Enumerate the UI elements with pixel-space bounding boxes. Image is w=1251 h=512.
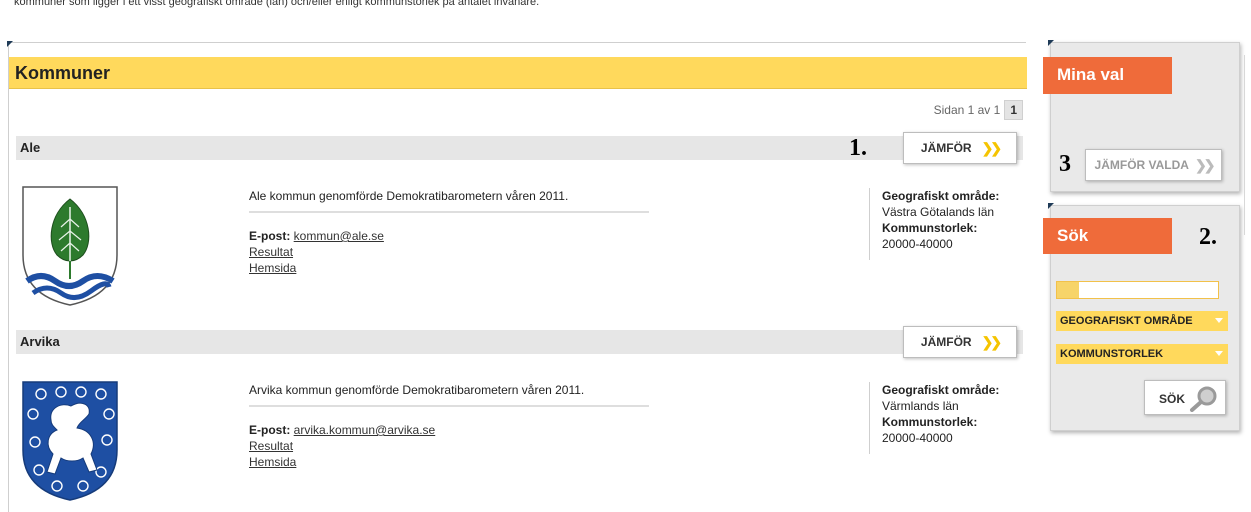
corner-marker [7,41,13,47]
annotation-number: 3 [1059,151,1071,177]
compare-button[interactable]: JÄMFÖR ❯❯ [903,326,1017,358]
compare-button[interactable]: JÄMFÖR ❯❯ [903,132,1017,164]
size-value: 20000-40000 [882,431,953,445]
contact-block: E-post: kommun@ale.se Resultat Hemsida [249,228,829,276]
pager-text: Sidan 1 av 1 [933,103,1001,117]
geo-area-select[interactable]: GEOGRAFISKT OMRÅDE [1056,311,1228,331]
homepage-link[interactable]: Hemsida [249,455,296,469]
panel-header: Kommuner [9,57,1027,89]
mina-val-panel: Mina val 3 JÄMFÖR VALDA ❯❯ [1043,40,1240,192]
search-input[interactable] [1056,281,1219,299]
geo-label: Geografiskt område: [882,383,1000,397]
search-title: Sök [1043,218,1172,254]
municipality-name: Ale [20,140,41,155]
municipality-row-header: Arvika [16,330,1023,354]
intro-text: kommuner som ligger i ett visst geografi… [14,0,540,8]
chevron-down-icon [1215,351,1223,356]
email-link[interactable]: kommun@ale.se [294,229,384,243]
scrollbar[interactable] [1244,55,1251,235]
compare-label: JÄMFÖR [920,335,972,349]
page-title: Kommuner [15,63,111,83]
search-button[interactable]: SÖK [1144,380,1226,415]
search-icon [1190,386,1217,412]
arvika-coat-of-arms [22,381,118,501]
region-value: Västra Götalands län [882,205,995,219]
ale-coat-of-arms [22,186,118,306]
chevron-right-icon: ❯❯ [981,333,1003,350]
corner-marker [1048,40,1054,46]
search-panel: Sök 2. GEOGRAFISKT OMRÅDE KOMMUNSTORLEK … [1043,203,1240,431]
search-button-label: SÖK [1159,392,1186,406]
geo-label: Geografiskt område: [882,189,1000,203]
chevron-down-icon [1215,318,1223,323]
result-link[interactable]: Resultat [249,245,293,259]
annotation-number: 1. [849,135,867,161]
geo-area-select-label: GEOGRAFISKT OMRÅDE [1060,315,1193,327]
municipality-panel: Kommuner Sidan 1 av 1 1 Ale JÄMFÖR ❯❯ 1.… [7,41,1027,512]
contact-block: E-post: arvika.kommun@arvika.se Resultat… [249,422,829,470]
municipality-row-header: Ale [16,136,1023,160]
size-select-label: KOMMUNSTORLEK [1060,348,1164,360]
size-label: Kommunstorlek: [882,221,978,235]
homepage-link[interactable]: Hemsida [249,261,296,275]
compare-selected-button[interactable]: JÄMFÖR VALDA ❯❯ [1085,149,1222,181]
municipality-description: Ale kommun genomförde Demokratibarometer… [249,189,649,213]
chevron-right-icon: ❯❯ [981,139,1003,156]
result-link[interactable]: Resultat [249,439,293,453]
pagination: Sidan 1 av 1 1 [934,100,1023,120]
municipality-description: Arvika kommun genomförde Demokratibarome… [249,383,649,407]
compare-label: JÄMFÖR [920,141,972,155]
annotation-number: 2. [1199,224,1217,250]
municipality-meta: Geografiskt område: Västra Götalands län… [869,188,1019,260]
mina-val-title: Mina val [1043,57,1172,94]
email-label: E-post: [249,423,291,437]
email-link[interactable]: arvika.kommun@arvika.se [294,423,436,437]
email-label: E-post: [249,229,291,243]
municipality-details: Arvika kommun genomförde Demokratibarome… [249,383,829,470]
page-number-button[interactable]: 1 [1004,100,1023,120]
size-select[interactable]: KOMMUNSTORLEK [1056,344,1228,364]
region-value: Värmlands län [882,399,959,413]
size-label: Kommunstorlek: [882,415,978,429]
size-value: 20000-40000 [882,237,953,251]
municipality-details: Ale kommun genomförde Demokratibarometer… [249,189,829,276]
municipality-name: Arvika [20,334,60,349]
compare-selected-label: JÄMFÖR VALDA [1094,158,1189,172]
corner-marker [1048,203,1054,209]
search-input-icon [1057,282,1079,298]
municipality-meta: Geografiskt område: Värmlands län Kommun… [869,382,1019,454]
chevron-right-icon: ❯❯ [1194,156,1216,173]
